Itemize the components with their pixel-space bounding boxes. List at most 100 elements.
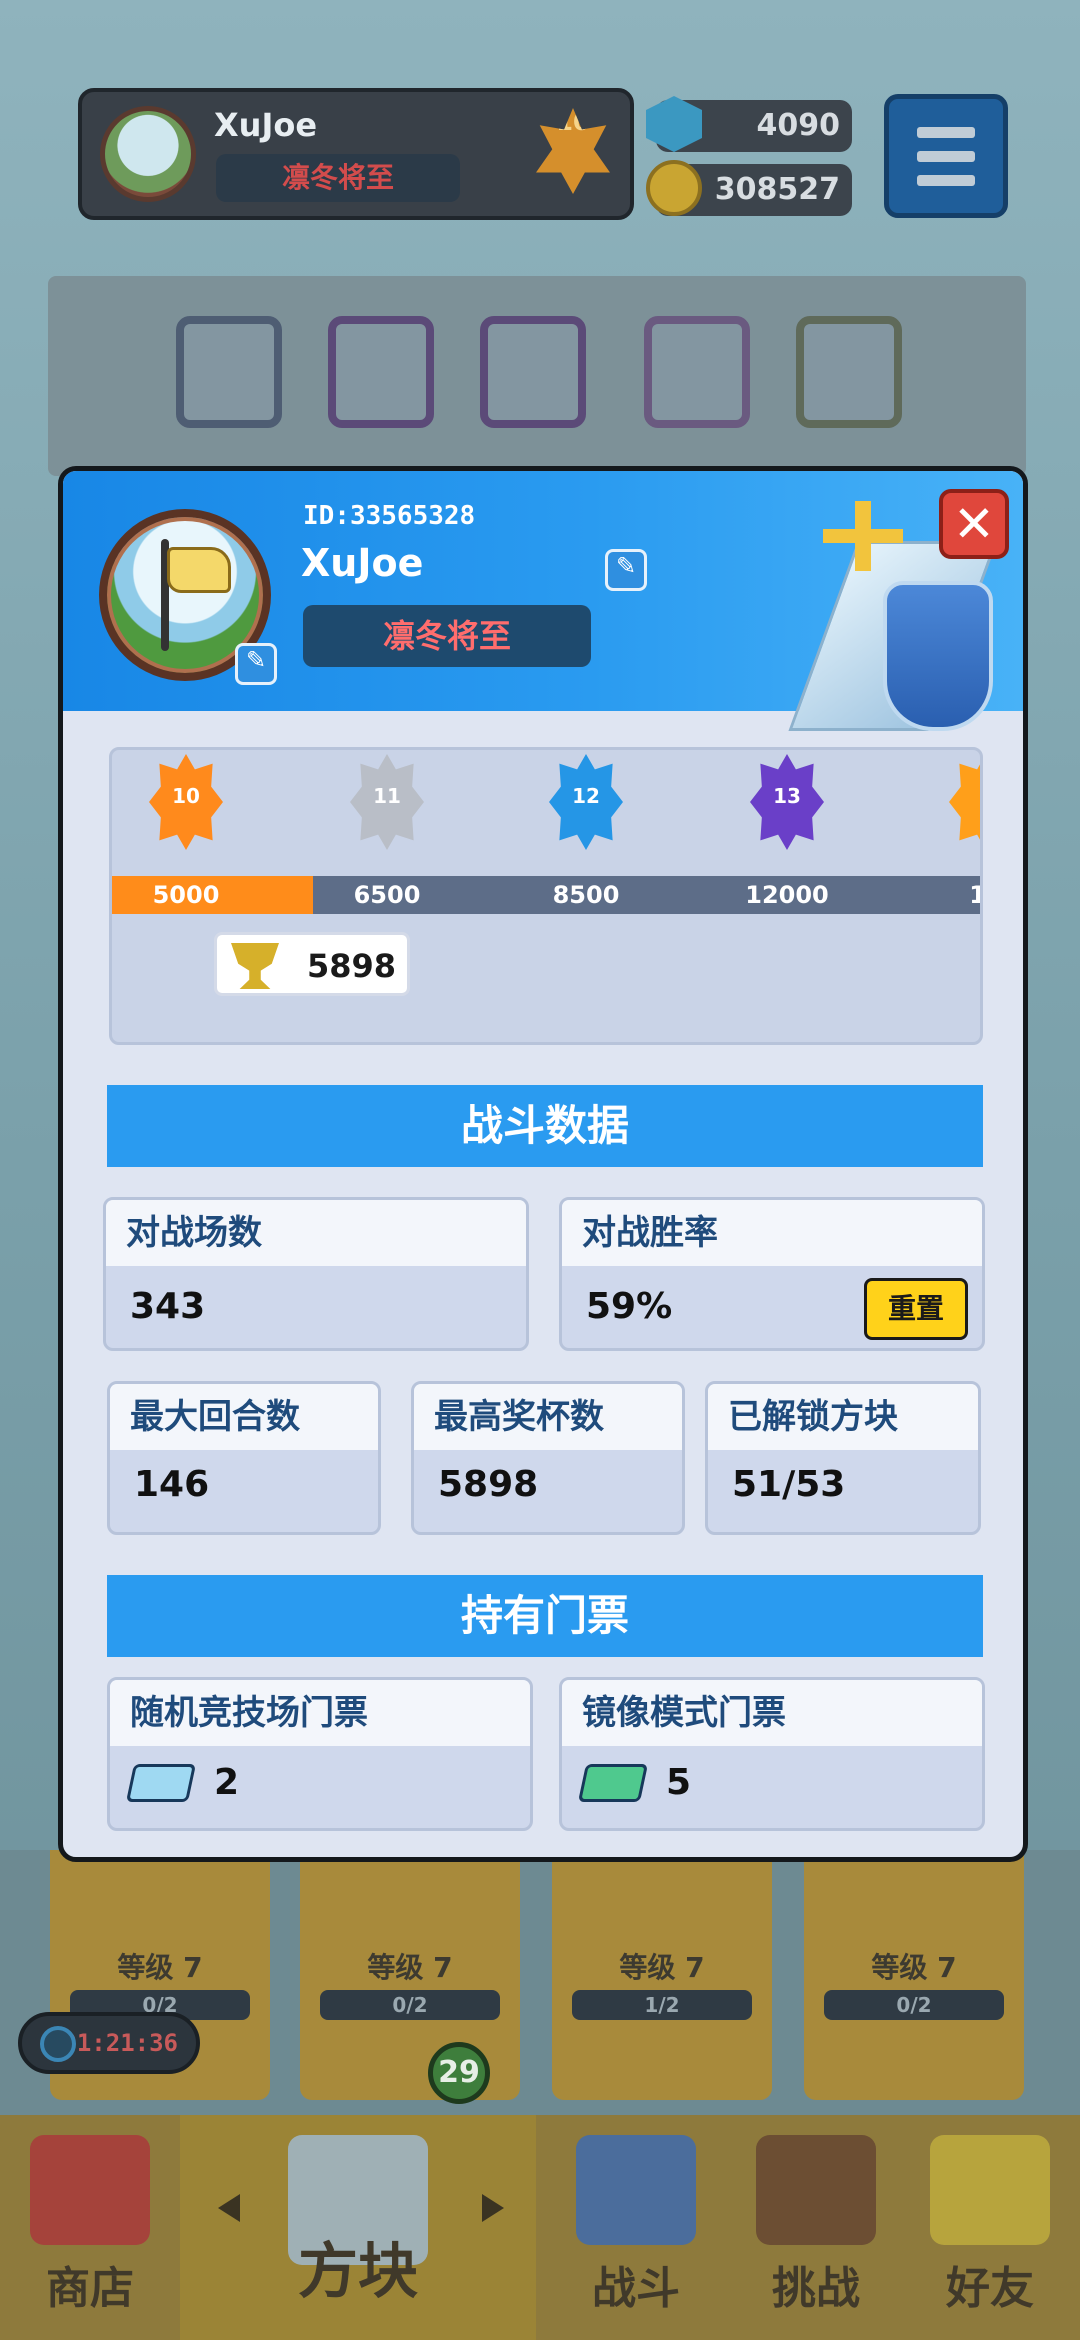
deck-slot[interactable] [328,316,434,428]
current-trophies-value: 5898 [307,947,397,985]
mirror-ticket-icon [577,1764,649,1802]
stat-max-rounds-value: 146 [134,1464,210,1505]
clock-icon [40,2026,76,2062]
nav-shop[interactable]: 商店 [0,2115,180,2340]
medal-level: 11 [373,784,401,808]
close-button[interactable]: ✕ [939,489,1009,559]
stat-winrate-label: 对战胜率 [562,1200,982,1266]
block-card[interactable]: 等级 7 1/2 [552,1850,772,2100]
trophy-threshold-label: 12000 [745,881,829,909]
reset-button[interactable]: 重置 [864,1278,968,1340]
ticket-arena-label: 随机竞技场门票 [110,1680,530,1746]
shield-icon [883,581,993,731]
nav-battle[interactable]: 战斗 [546,2115,726,2340]
trophy-threshold-label: 5000 [152,881,220,909]
nav-friends[interactable]: 好友 [900,2115,1080,2340]
nav-challenge[interactable]: 挑战 [726,2115,906,2340]
nav-friends-label: 好友 [946,2263,1034,2314]
edit-avatar-icon[interactable]: ✎ [235,643,277,685]
gem-counter: 4090 [646,96,852,152]
nav-prev-arrow-icon[interactable] [218,2194,240,2222]
rank-medal-icon: 10 [149,754,223,850]
nav-next-arrow-icon[interactable] [482,2194,504,2222]
rank-badge-level: 10 [556,108,590,136]
header-rank-title: 凛冬将至 [216,154,460,202]
stat-matches-value: 343 [130,1286,206,1327]
flag-icon [167,547,231,593]
block-card[interactable]: 等级 7 0/2 [804,1850,1024,2100]
nav-shop-label: 商店 [46,2263,134,2314]
hamburger-line [917,151,975,162]
card-progress: 1/2 [572,1990,752,2020]
battle-icon [576,2135,696,2245]
tickets-header: 持有门票 [107,1575,983,1657]
nav-battle-label: 战斗 [592,2263,680,2314]
header-player-name: XuJoe [214,106,318,144]
stat-max-trophies-label: 最高奖杯数 [414,1384,682,1450]
menu-button[interactable] [884,94,1008,218]
coin-counter: 308527 [646,160,852,216]
coin-icon [646,160,702,216]
card-progress: 0/2 [320,1990,500,2020]
current-trophies-pill: 5898 [214,932,410,996]
trophy-threshold-label: 6500 [353,881,421,909]
card-level: 等级 7 [117,1951,203,1984]
stat-max-rounds-label: 最大回合数 [110,1384,378,1450]
deck-slot[interactable] [480,316,586,428]
arena-ticket-icon [125,1764,197,1802]
stat-unlocked-blocks: 已解锁方块 51/53 [705,1381,981,1535]
card-level: 等级 7 [871,1951,957,1984]
rank-badge-icon: 10 [536,108,610,194]
profile-header: ✎ ID:33565328 XuJoe ✎ 凛冬将至 ✕ [63,471,1023,731]
player-header[interactable]: XuJoe 凛冬将至 10 [78,88,634,220]
ticket-mirror: 镜像模式门票 5 [559,1677,985,1831]
notification-badge: 29 [428,2042,490,2104]
ticket-arena: 随机竞技场门票 2 [107,1677,533,1831]
profile-modal: ✎ ID:33565328 XuJoe ✎ 凛冬将至 ✕ 10 5000 11 650… [58,466,1028,1862]
timer-text: 01:21:36 [62,2029,178,2057]
rank-medal-icon: 11 [350,754,424,850]
coin-count: 308527 [714,172,840,207]
challenge-icon [756,2135,876,2245]
hamburger-menu-icon [917,127,975,138]
stat-max-trophies: 最高奖杯数 5898 [411,1381,685,1535]
gem-count: 4090 [756,108,841,143]
deck-slot[interactable] [796,316,902,428]
medal-level: 12 [572,784,600,808]
hamburger-line [917,175,975,186]
bottom-nav: 商店 方块 战斗 挑战 好友 [0,2115,1080,2340]
rank-medal-icon [949,754,980,850]
edit-name-icon[interactable]: ✎ [605,549,647,591]
rank-medal-icon: 13 [750,754,824,850]
stat-max-trophies-value: 5898 [438,1464,539,1505]
stat-matches: 对战场数 343 [103,1197,529,1351]
block-cards-row: 等级 7 0/2 等级 7 0/2 等级 7 1/2 等级 7 0/2 [0,1850,1080,2120]
ticket-arena-count: 2 [214,1762,240,1803]
deck-slot[interactable] [644,316,750,428]
stat-winrate-value: 59% [586,1286,673,1327]
profile-player-name: XuJoe [301,541,424,585]
trophy-threshold-label: 16 [926,878,980,912]
event-timer: 01:21:36 [18,2012,200,2074]
stat-matches-label: 对战场数 [106,1200,526,1266]
medal-level: 10 [172,784,200,808]
nav-challenge-label: 挑战 [772,2263,860,2314]
ticket-mirror-label: 镜像模式门票 [562,1680,982,1746]
stat-max-rounds: 最大回合数 146 [107,1381,381,1535]
rank-medal-icon: 12 [549,754,623,850]
trophy-road[interactable]: 10 5000 11 6500 12 8500 13 12000 16 5898 [109,747,983,1045]
player-avatar [100,106,196,202]
trophy-icon [231,943,279,989]
stat-unlocked-value: 51/53 [732,1464,846,1505]
stat-winrate: 对战胜率 59% 重置 [559,1197,985,1351]
sword-shield-art [763,491,998,731]
ticket-mirror-count: 5 [666,1762,692,1803]
medal-level: 13 [773,784,801,808]
deck-slot[interactable] [176,316,282,428]
nav-blocks[interactable]: 方块 [180,2115,536,2340]
nav-blocks-label: 方块 [298,2237,418,2307]
shop-icon [30,2135,150,2245]
battle-stats-header: 战斗数据 [107,1085,983,1167]
block-deck [48,276,1026,476]
stat-unlocked-label: 已解锁方块 [708,1384,978,1450]
